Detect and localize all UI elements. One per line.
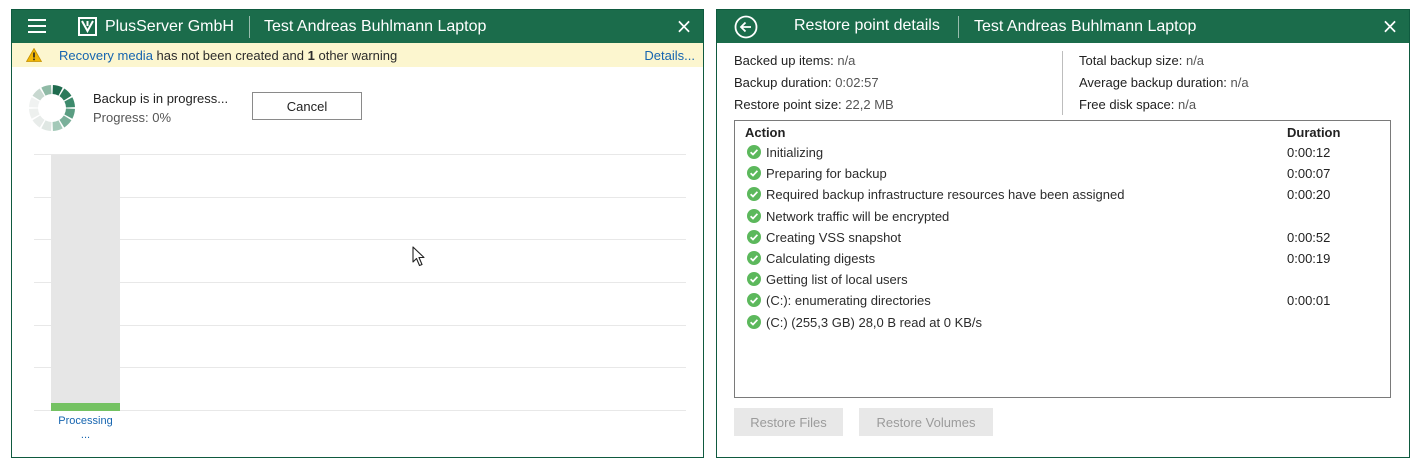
back-arrow-icon[interactable] [734, 15, 758, 39]
chart-gridline [34, 239, 686, 240]
success-check-icon [747, 229, 761, 244]
action-text: Creating VSS snapshot [766, 229, 902, 245]
info-key: Restore point size: [734, 97, 842, 112]
info-value: n/a [1178, 97, 1197, 112]
cancel-button[interactable]: Cancel [252, 92, 362, 120]
organization-name: PlusServer GmbH [105, 18, 234, 35]
table-row[interactable]: Getting list of local users [735, 269, 1390, 290]
close-icon[interactable]: × [675, 16, 693, 36]
success-check-icon [747, 272, 761, 287]
chart-gridline [34, 367, 686, 368]
action-text: Getting list of local users [766, 272, 908, 288]
restore-volumes-button[interactable]: Restore Volumes [859, 408, 993, 436]
machine-name: Test Andreas Buhlmann Laptop [974, 18, 1197, 35]
info-key: Backed up items: [734, 53, 834, 68]
processing-label-ellipsis: ... [80, 429, 91, 441]
action-log-table[interactable]: Action Duration Initializing 0:00:12 Prepa… [734, 120, 1391, 398]
info-backed-up-items: Backed up items: n/a [734, 53, 855, 68]
info-average-backup-duration: Average backup duration: n/a [1079, 75, 1249, 90]
info-key: Total backup size: [1079, 53, 1183, 68]
close-icon[interactable]: × [1381, 16, 1399, 36]
info-value: n/a [1185, 53, 1205, 68]
table-row[interactable]: Preparing for backup 0:00:07 [735, 163, 1390, 184]
column-header-action: Action [745, 125, 786, 140]
duration-text: 0:00:19 [1287, 251, 1331, 266]
action-text: Initializing [766, 145, 824, 160]
duration-text: 0:00:01 [1287, 293, 1331, 309]
titlebar: PlusServer GmbH Test Andreas Buhlmann La… [12, 10, 703, 43]
menu-icon[interactable] [28, 18, 46, 34]
duration-text: 0:00:20 [1287, 187, 1331, 203]
warning-bar: Recovery media has not been created and … [12, 43, 703, 67]
processing-bar-label: Processing ... [51, 414, 120, 442]
action-text: Preparing for backup [766, 166, 887, 182]
processing-label: Processing [58, 415, 113, 427]
table-row[interactable]: (C:): enumerating directories 0:00:01 [735, 290, 1390, 311]
status-title: Backup is in progress... [93, 91, 229, 106]
titlebar: Restore point details Test Andreas Buhlm… [717, 10, 1409, 43]
chart-gridline [34, 282, 686, 283]
table-row[interactable]: Calculating digests 0:00:19 [735, 248, 1390, 269]
duration-text: 0:00:12 [1287, 145, 1331, 160]
processing-bar-fill [51, 403, 120, 411]
backup-progress-window: PlusServer GmbH Test Andreas Buhlmann La… [11, 9, 704, 458]
table-row[interactable]: Required backup infrastructure resources… [735, 184, 1390, 205]
success-check-icon [747, 145, 761, 159]
window-title: Restore point details [794, 17, 940, 34]
title-separator [249, 16, 250, 38]
duration-text: 0:00:52 [1287, 229, 1331, 245]
table-row[interactable]: Creating VSS snapshot 0:00:52 [735, 227, 1390, 248]
restore-files-button[interactable]: Restore Files [734, 408, 843, 436]
action-text: Calculating digests [766, 251, 876, 266]
processing-bar-track [51, 155, 120, 411]
info-value: n/a [1230, 75, 1249, 90]
success-check-icon [747, 251, 761, 265]
info-free-disk-space: Free disk space: n/a [1079, 97, 1196, 112]
title-separator [958, 16, 959, 38]
success-check-icon [747, 314, 761, 329]
chart-gridline [34, 197, 686, 198]
action-text: Network traffic will be encrypted [766, 208, 950, 224]
table-row[interactable]: Network traffic will be encrypted [735, 206, 1390, 227]
duration-text: 0:00:07 [1287, 166, 1331, 182]
action-text: (C:) (255,3 GB) 28,0 B read at 0 KB/s [766, 314, 983, 330]
success-check-icon [747, 166, 761, 181]
info-divider [1062, 51, 1063, 115]
warning-icon [26, 48, 42, 62]
table-row[interactable]: Initializing 0:00:12 [735, 142, 1390, 163]
table-row[interactable]: (C:) (255,3 GB) 28,0 B read at 0 KB/s [735, 312, 1390, 333]
warning-text: Recovery media has not been created and … [59, 48, 397, 63]
action-text: (C:): enumerating directories [766, 293, 931, 309]
progress-spinner-icon [29, 85, 75, 131]
machine-name: Test Andreas Buhlmann Laptop [264, 18, 487, 35]
chart-gridline [34, 154, 686, 155]
success-check-icon [747, 208, 761, 223]
info-value: 22,2 MB [845, 97, 894, 112]
success-check-icon [747, 187, 761, 202]
progress-text: Progress: 0% [93, 110, 172, 125]
warning-text-middle: has not been created and [152, 48, 308, 63]
success-check-icon [747, 293, 761, 308]
info-backup-duration: Backup duration: 0:02:57 [734, 75, 879, 90]
action-text: Required backup infrastructure resources… [766, 187, 1125, 203]
info-restore-point-size: Restore point size: 22,2 MB [734, 97, 894, 112]
info-total-backup-size: Total backup size: n/a [1079, 53, 1204, 68]
info-key: Backup duration: [734, 75, 832, 90]
chart-gridline [34, 325, 686, 326]
chart-gridline [34, 410, 686, 411]
warning-text-end: other warning [314, 48, 398, 63]
column-header-duration: Duration [1287, 125, 1341, 140]
details-link[interactable]: Details... [644, 48, 695, 63]
mouse-pointer-icon [412, 246, 425, 267]
restore-point-details-window: Restore point details Test Andreas Buhlm… [716, 9, 1410, 458]
warning-count: 1 [307, 48, 315, 63]
veeam-logo-icon [78, 17, 97, 36]
recovery-media-link[interactable]: Recovery media [59, 48, 153, 63]
info-key: Free disk space: [1079, 97, 1175, 112]
info-value: 0:02:57 [835, 75, 879, 90]
info-value: n/a [837, 53, 856, 68]
info-key: Average backup duration: [1079, 75, 1227, 90]
